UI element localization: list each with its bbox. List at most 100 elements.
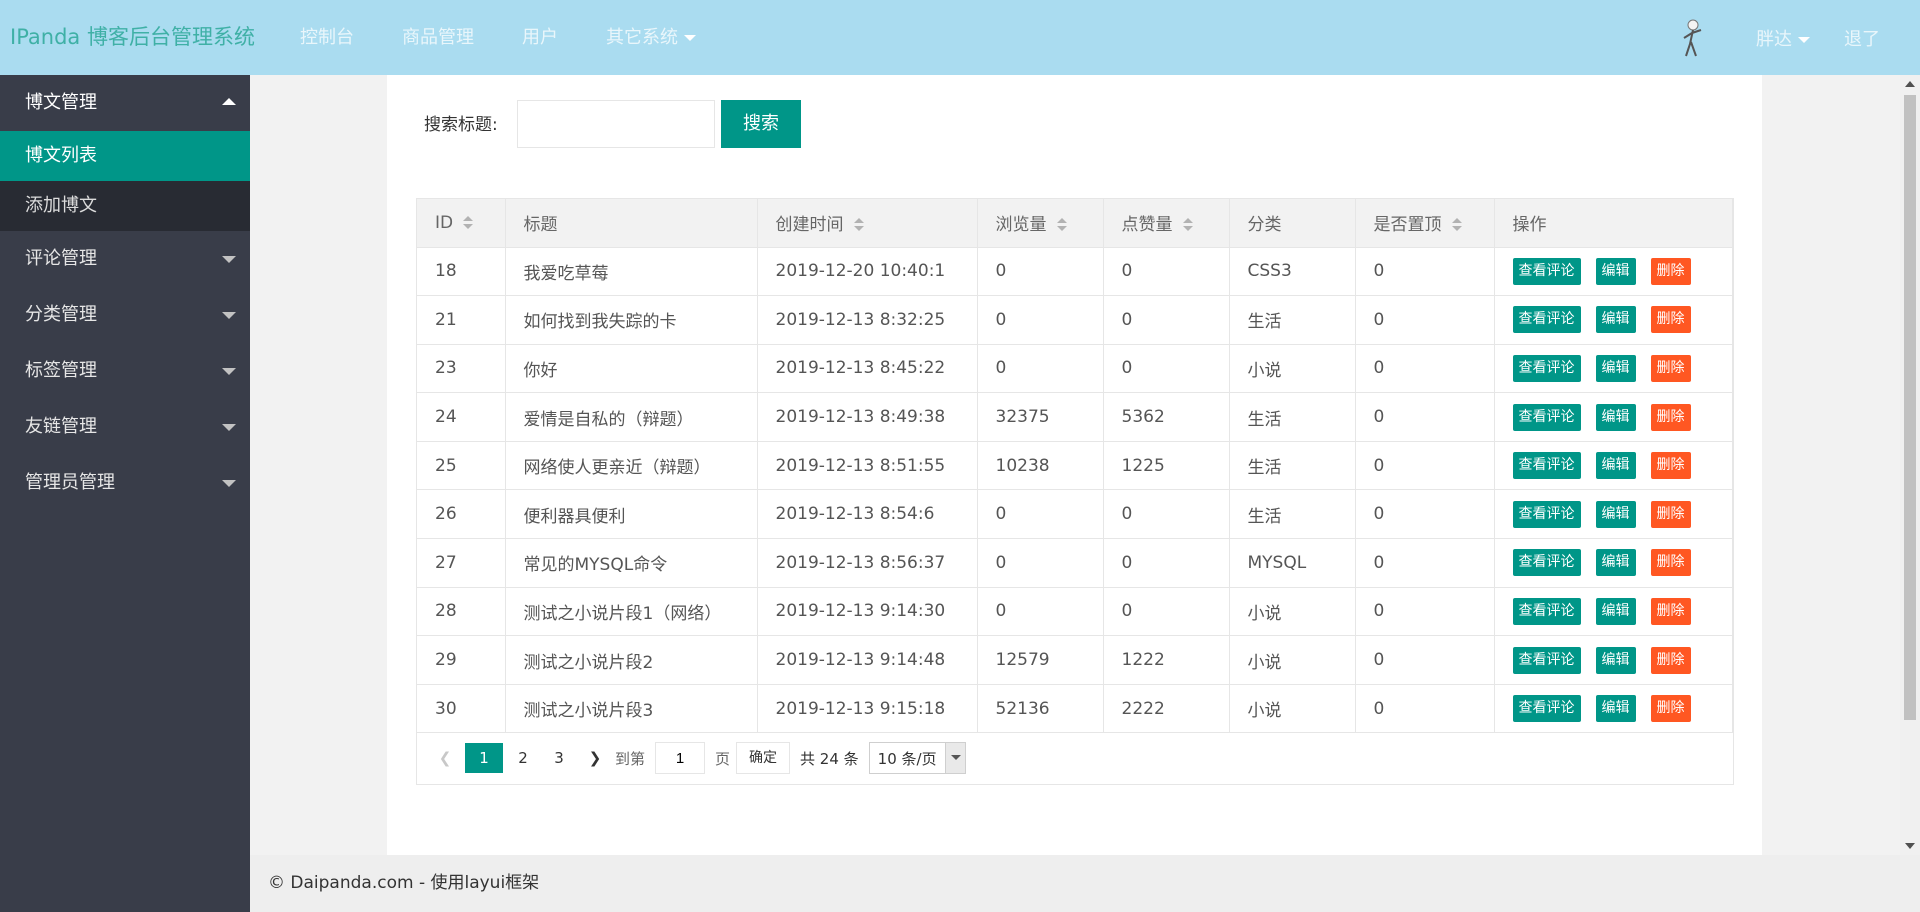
view-comments-button[interactable]: 查看评论 [1512,695,1581,723]
prev-page-icon[interactable]: ❮ [429,743,461,773]
cell-category: 生活 [1229,295,1356,345]
table-row: 30 测试之小说片段3 2019-12-13 9:15:18 52136 2222 小说 0… [417,684,1733,734]
sidebar-item-tags[interactable]: 标签管理 [0,343,250,399]
sidebar-item-links[interactable]: 友链管理 [0,399,250,455]
page-size-select[interactable]: 10 条/页 [868,742,966,774]
cell-actions: 查看评论 编辑 删除 [1494,441,1733,491]
scroll-up-icon[interactable] [1905,81,1915,87]
edit-button[interactable]: 编辑 [1595,403,1636,431]
delete-button[interactable]: 删除 [1650,597,1691,625]
sort-icon[interactable] [1182,218,1193,232]
cell-actions: 查看评论 编辑 删除 [1494,684,1733,734]
edit-button[interactable]: 编辑 [1595,597,1636,625]
view-comments-button[interactable]: 查看评论 [1512,306,1581,334]
edit-button[interactable]: 编辑 [1595,306,1636,334]
sidebar: 博文管理 博文列表 添加博文 评论管理 分类管理 标签管理 友链管理 管理员管理 [0,75,250,912]
avatar[interactable] [1678,18,1708,58]
cell-created-time: 2019-12-13 8:56:37 [757,538,978,588]
edit-button[interactable]: 编辑 [1595,646,1636,674]
scroll-down-icon[interactable] [1905,843,1915,849]
delete-button[interactable]: 删除 [1650,695,1691,723]
edit-button[interactable]: 编辑 [1595,452,1636,480]
cell-likes: 0 [1103,295,1230,345]
sidebar-item-post-list[interactable]: 博文列表 [0,131,250,181]
delete-button[interactable]: 删除 [1650,354,1691,382]
col-likes[interactable]: 点赞量 [1103,199,1230,248]
cell-created-time: 2019-12-13 9:14:48 [757,635,978,685]
page-scrollbar[interactable] [1900,75,1920,855]
sort-icon[interactable] [853,218,864,232]
col-created[interactable]: 创建时间 [757,199,978,248]
search-input[interactable] [517,100,715,148]
page-1[interactable]: 1 [465,743,503,773]
cell-actions: 查看评论 编辑 删除 [1494,587,1733,637]
cell-likes: 0 [1103,344,1230,394]
sidebar-item-comments[interactable]: 评论管理 [0,231,250,287]
view-comments-button[interactable]: 查看评论 [1512,549,1581,577]
col-title-label: 标题 [523,215,558,236]
page-size-value: 10 条/页 [877,749,937,768]
nav-other-systems[interactable]: 其它系统 [606,0,696,75]
delete-button[interactable]: 删除 [1650,500,1691,528]
next-page-icon[interactable]: ❯ [579,743,611,773]
cell-actions: 查看评论 编辑 删除 [1494,247,1733,297]
delete-button[interactable]: 删除 [1650,452,1691,480]
col-id[interactable]: ID [417,199,506,248]
cell-title: 网络使人更亲近（辩题） [505,441,758,491]
view-comments-button[interactable]: 查看评论 [1512,500,1581,528]
avatar-figure-icon [1683,19,1702,56]
sort-icon[interactable] [463,215,474,230]
sidebar-item-posts[interactable]: 博文管理 [0,75,250,131]
col-actions-label: 操作 [1512,215,1547,236]
col-views[interactable]: 浏览量 [977,199,1104,248]
view-comments-button[interactable]: 查看评论 [1512,646,1581,674]
page-2[interactable]: 2 [507,743,539,773]
col-likes-label: 点赞量 [1121,215,1173,236]
chevron-up-icon [222,98,236,105]
cell-id: 24 [417,392,506,442]
goto-page-input[interactable] [655,742,706,774]
goto-confirm-button[interactable]: 确定 [736,742,791,774]
sort-icon[interactable] [1056,218,1067,232]
edit-button[interactable]: 编辑 [1595,257,1636,285]
view-comments-button[interactable]: 查看评论 [1512,597,1581,625]
search-label: 搜索标题: [424,115,498,135]
cell-category: 小说 [1229,635,1356,685]
delete-button[interactable]: 删除 [1650,257,1691,285]
delete-button[interactable]: 删除 [1650,549,1691,577]
sidebar-item-categories[interactable]: 分类管理 [0,287,250,343]
top-header: IPanda 博客后台管理系统 控制台 商品管理 用户 其它系统 胖达 退了 [0,0,1920,75]
app-logo[interactable]: IPanda 博客后台管理系统 [10,0,255,75]
chevron-down-icon [222,480,236,487]
logout-link[interactable]: 退了 [1844,25,1880,51]
edit-button[interactable]: 编辑 [1595,500,1636,528]
cell-id: 30 [417,684,506,734]
nav-users[interactable]: 用户 [522,0,558,75]
table-row: 25 网络使人更亲近（辩题） 2019-12-13 8:51:55 10238 1225… [417,441,1733,491]
cell-actions: 查看评论 编辑 删除 [1494,538,1733,588]
view-comments-button[interactable]: 查看评论 [1512,354,1581,382]
cell-views: 0 [977,344,1104,394]
page-3[interactable]: 3 [543,743,575,773]
edit-button[interactable]: 编辑 [1595,354,1636,382]
view-comments-button[interactable]: 查看评论 [1512,452,1581,480]
cell-id: 27 [417,538,506,588]
edit-button[interactable]: 编辑 [1595,549,1636,577]
view-comments-button[interactable]: 查看评论 [1512,403,1581,431]
cell-created-time: 2019-12-13 9:15:18 [757,684,978,734]
delete-button[interactable]: 删除 [1650,306,1691,334]
edit-button[interactable]: 编辑 [1595,695,1636,723]
nav-products[interactable]: 商品管理 [402,0,474,75]
scrollbar-thumb[interactable] [1904,95,1916,720]
nav-console[interactable]: 控制台 [300,0,354,75]
sort-icon[interactable] [1451,218,1462,232]
delete-button[interactable]: 删除 [1650,403,1691,431]
delete-button[interactable]: 删除 [1650,646,1691,674]
view-comments-button[interactable]: 查看评论 [1512,257,1581,285]
page-unit-label: 页 [715,749,731,768]
sidebar-item-admins[interactable]: 管理员管理 [0,455,250,511]
col-pinned[interactable]: 是否置顶 [1355,199,1495,248]
user-menu[interactable]: 胖达 [1756,25,1810,51]
search-button[interactable]: 搜索 [721,100,801,148]
sidebar-item-add-post[interactable]: 添加博文 [0,181,250,231]
